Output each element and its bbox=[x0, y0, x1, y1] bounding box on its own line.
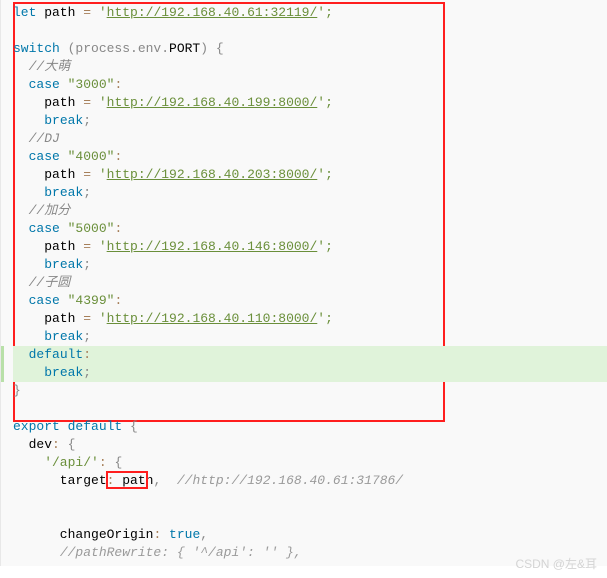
brace: ) { bbox=[200, 41, 223, 56]
comment-3: //加分 bbox=[29, 203, 71, 218]
op: = bbox=[83, 239, 91, 254]
var-path-ref: path bbox=[114, 473, 153, 488]
kw-break: break bbox=[44, 329, 83, 344]
colon: : bbox=[114, 149, 122, 164]
kw-default: default bbox=[29, 347, 84, 362]
comment-4: //子圆 bbox=[29, 275, 71, 290]
watermark: CSDN @左&耳 bbox=[515, 555, 597, 572]
kw-true: true bbox=[161, 527, 200, 542]
kw-break: break bbox=[44, 365, 83, 380]
q: '; bbox=[317, 311, 333, 326]
colon: : bbox=[114, 77, 122, 92]
code-block: let path = 'http://192.168.40.61:32119/'… bbox=[0, 0, 607, 566]
brace: { bbox=[122, 419, 138, 434]
txt: path bbox=[13, 167, 83, 182]
prop-changeorigin: changeOrigin bbox=[13, 527, 153, 542]
txt: path bbox=[13, 311, 83, 326]
url-1: http://192.168.40.61:32119/ bbox=[107, 5, 318, 20]
op-eq: = bbox=[83, 5, 91, 20]
kw-case: case bbox=[29, 221, 60, 236]
url-3: http://192.168.40.203:8000/ bbox=[107, 167, 318, 182]
op: = bbox=[83, 95, 91, 110]
str-end: '; bbox=[317, 5, 333, 20]
kw-break: break bbox=[44, 185, 83, 200]
comma: , bbox=[153, 473, 161, 488]
comment-url: //http://192.168.40.61:31786/ bbox=[177, 473, 403, 488]
kw-case: case bbox=[29, 149, 60, 164]
colon: : bbox=[114, 293, 122, 308]
op: = bbox=[83, 311, 91, 326]
prop-target: target bbox=[13, 473, 107, 488]
prop-dev: dev bbox=[13, 437, 52, 452]
brace: { bbox=[60, 437, 76, 452]
semi: ; bbox=[83, 257, 91, 272]
kw-case: case bbox=[29, 77, 60, 92]
case-val: "4000" bbox=[60, 149, 115, 164]
kw-export: export bbox=[13, 419, 60, 434]
txt: (process.env. bbox=[60, 41, 169, 56]
comma: , bbox=[200, 527, 208, 542]
kw-switch: switch bbox=[13, 41, 60, 56]
case-val: "5000" bbox=[60, 221, 115, 236]
semi: ; bbox=[83, 185, 91, 200]
colon: : bbox=[52, 437, 60, 452]
q: '; bbox=[317, 95, 333, 110]
semi: ; bbox=[83, 365, 91, 380]
txt: path bbox=[13, 95, 83, 110]
close-brace: } bbox=[13, 383, 21, 398]
kw-case: case bbox=[29, 293, 60, 308]
url-5: http://192.168.40.110:8000/ bbox=[107, 311, 318, 326]
q: ' bbox=[91, 95, 107, 110]
semi: ; bbox=[83, 113, 91, 128]
kw-break: break bbox=[44, 113, 83, 128]
txt: path bbox=[13, 239, 83, 254]
q: ' bbox=[91, 167, 107, 182]
str-q: ' bbox=[91, 5, 107, 20]
q: '; bbox=[317, 167, 333, 182]
var-path: path bbox=[36, 5, 83, 20]
q: ' bbox=[91, 311, 107, 326]
prop-api: '/api/' bbox=[13, 455, 99, 470]
colon: : bbox=[114, 221, 122, 236]
op: = bbox=[83, 167, 91, 182]
comment-pathrewrite: //pathRewrite: { '^/api': '' }, bbox=[60, 545, 302, 560]
url-4: http://192.168.40.146:8000/ bbox=[107, 239, 318, 254]
comment-2: //DJ bbox=[29, 131, 60, 146]
case-val: "3000" bbox=[60, 77, 115, 92]
colon: : bbox=[99, 455, 107, 470]
kw-let: let bbox=[13, 5, 36, 20]
case-val: "4399" bbox=[60, 293, 115, 308]
comment-1: //大萌 bbox=[29, 59, 71, 74]
q: ' bbox=[91, 239, 107, 254]
kw-break: break bbox=[44, 257, 83, 272]
colon: : bbox=[83, 347, 91, 362]
brace: { bbox=[107, 455, 123, 470]
url-2: http://192.168.40.199:8000/ bbox=[107, 95, 318, 110]
kw-default2: default bbox=[60, 419, 122, 434]
semi: ; bbox=[83, 329, 91, 344]
const-port: PORT bbox=[169, 41, 200, 56]
q: '; bbox=[317, 239, 333, 254]
